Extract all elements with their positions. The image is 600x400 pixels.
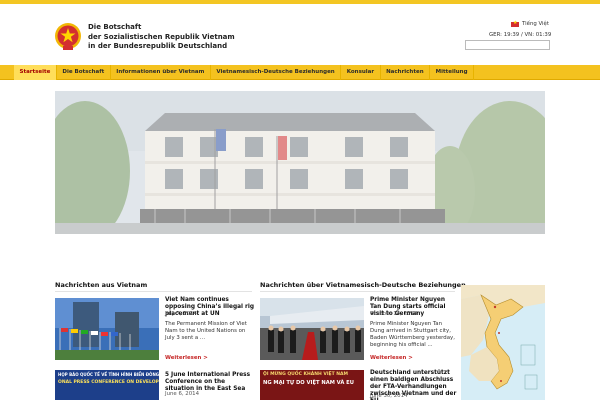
embassy-building-image	[55, 91, 545, 234]
press-banner-top-text: HỌP BÁO QUỐC TẾ VỀ TÌNH HÌNH BIỂN ĐÔNG	[58, 372, 159, 377]
nav-item-informationen[interactable]: Informationen über Vietnam	[111, 65, 211, 80]
language-switch[interactable]: Tiếng Việt	[511, 20, 549, 27]
fta-banner-text-1: ỘI MỪNG QUỐC KHÁNH VIỆT NAM	[263, 372, 348, 377]
embassy-title-line-3: in der Bundesrepublik Deutschland	[88, 42, 228, 50]
nav-item-konsular[interactable]: Konsular	[341, 65, 381, 80]
news-relations-heading: Nachrichten über Vietnamesisch-Deutsche …	[260, 281, 466, 289]
nav-item-startseite[interactable]: Startseite	[14, 65, 57, 80]
news-vietnam-heading: Nachrichten aus Vietnam	[55, 281, 148, 289]
embassy-title-line-2: der Sozialistischen Republik Vietnam	[88, 32, 235, 41]
news-vn-2-title[interactable]: 5 June International Press Conference on…	[165, 372, 255, 393]
embassy-title[interactable]: Die Botschaft der Sozialistischen Republ…	[88, 23, 235, 52]
un-flags-thumbnail[interactable]	[55, 298, 159, 360]
pm-arrival-thumbnail[interactable]	[260, 298, 364, 360]
search-input[interactable]	[465, 40, 550, 50]
main-nav: Startseite Die Botschaft Informationen ü…	[0, 65, 600, 80]
vietnam-flag-icon	[511, 20, 519, 27]
national-emblem-icon	[55, 23, 81, 50]
press-banner-text: ONAL PRESS CONFERENCE ON DEVELOPMENTS IN…	[58, 380, 159, 385]
language-label: Tiếng Việt	[522, 21, 549, 27]
news-vn-1-read-more[interactable]: Weiterlesen >	[165, 355, 208, 361]
fta-banner-text-2: NG MẠI TỰ DO VIỆT NAM VÀ EU	[263, 380, 354, 386]
news-rel-1-excerpt: Prime Minister Nguyen Tan Dung arrived i…	[370, 321, 455, 348]
news-vn-1-excerpt: The Permanent Mission of Viet Nam to the…	[165, 321, 247, 341]
nav-item-mitteilung[interactable]: Mitteilung	[430, 65, 475, 80]
nav-item-beziehungen[interactable]: Vietnamesisch-Deutsche Beziehungen	[211, 65, 342, 80]
news-rel-1-date: October 14, 2014	[370, 311, 418, 317]
news-relations-divider	[260, 291, 455, 292]
fta-conference-thumbnail[interactable]: ỘI MỪNG QUỐC KHÁNH VIỆT NAM NG MẠI TỰ DO…	[260, 370, 364, 400]
nav-item-nachrichten[interactable]: Nachrichten	[381, 65, 431, 80]
news-rel-1-read-more[interactable]: Weiterlesen >	[370, 355, 413, 361]
top-accent-bar	[0, 0, 600, 4]
news-vietnam-divider	[55, 291, 252, 292]
press-conference-thumbnail[interactable]: HỌP BÁO QUỐC TẾ VỀ TÌNH HÌNH BIỂN ĐÔNG O…	[55, 370, 159, 400]
vietnam-map-image[interactable]	[461, 285, 545, 400]
news-vn-1-date: July 7, 2014	[165, 311, 197, 317]
nav-item-die-botschaft[interactable]: Die Botschaft	[57, 65, 111, 80]
news-vn-2-date: June 6, 2014	[165, 391, 200, 397]
news-rel-2-date: June 30, 2014	[370, 393, 408, 399]
embassy-title-line-1: Die Botschaft	[88, 23, 142, 31]
clock-readout: GER: 19:39 / VN: 01:39	[489, 32, 552, 38]
